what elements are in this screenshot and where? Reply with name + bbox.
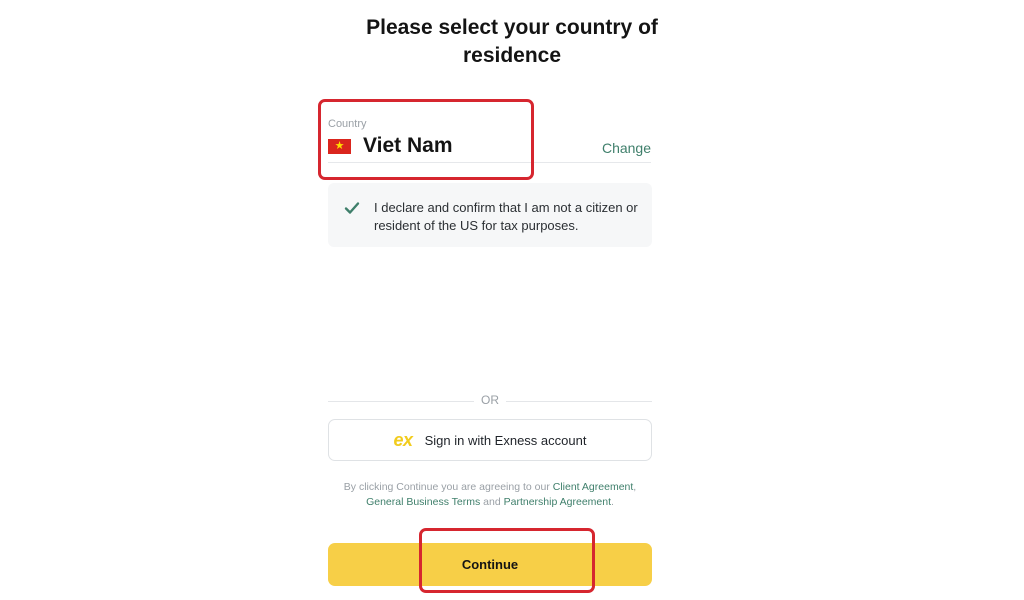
sign-in-label: Sign in with Exness account bbox=[424, 432, 587, 448]
legal-suffix: . bbox=[611, 495, 614, 508]
page-title-line-1: Please select your country of bbox=[366, 16, 658, 39]
checkmark-icon bbox=[344, 202, 360, 214]
registration-page: Please select your country of residence … bbox=[0, 0, 1024, 600]
page-title: Please select your country of residence bbox=[0, 14, 1024, 70]
page-title-line-2: residence bbox=[462, 44, 562, 67]
general-business-terms-link[interactable]: General Business Terms bbox=[366, 496, 480, 508]
change-country-link[interactable]: Change bbox=[602, 140, 651, 156]
exness-logo-icon: ex bbox=[393, 429, 414, 450]
legal-separator-1: , bbox=[633, 481, 637, 493]
legal-prefix: By clicking Continue you are agreeing to… bbox=[343, 481, 553, 493]
legal-agreement-text: By clicking Continue you are agreeing to… bbox=[340, 480, 640, 509]
declaration-text: I declare and confirm that I am not a ci… bbox=[374, 200, 638, 233]
annotation-highlight-continue bbox=[419, 528, 595, 593]
divider-label: OR bbox=[481, 393, 499, 407]
client-agreement-link[interactable]: Client Agreement bbox=[553, 481, 634, 493]
or-divider: OR bbox=[328, 392, 652, 410]
partnership-agreement-link[interactable]: Partnership Agreement bbox=[504, 496, 611, 508]
legal-separator-2: and bbox=[480, 495, 504, 508]
sign-in-exness-button[interactable]: ex Sign in with Exness account bbox=[328, 419, 652, 461]
tax-declaration-checkbox[interactable]: I declare and confirm that I am not a ci… bbox=[328, 183, 652, 247]
annotation-highlight-country bbox=[318, 99, 534, 180]
